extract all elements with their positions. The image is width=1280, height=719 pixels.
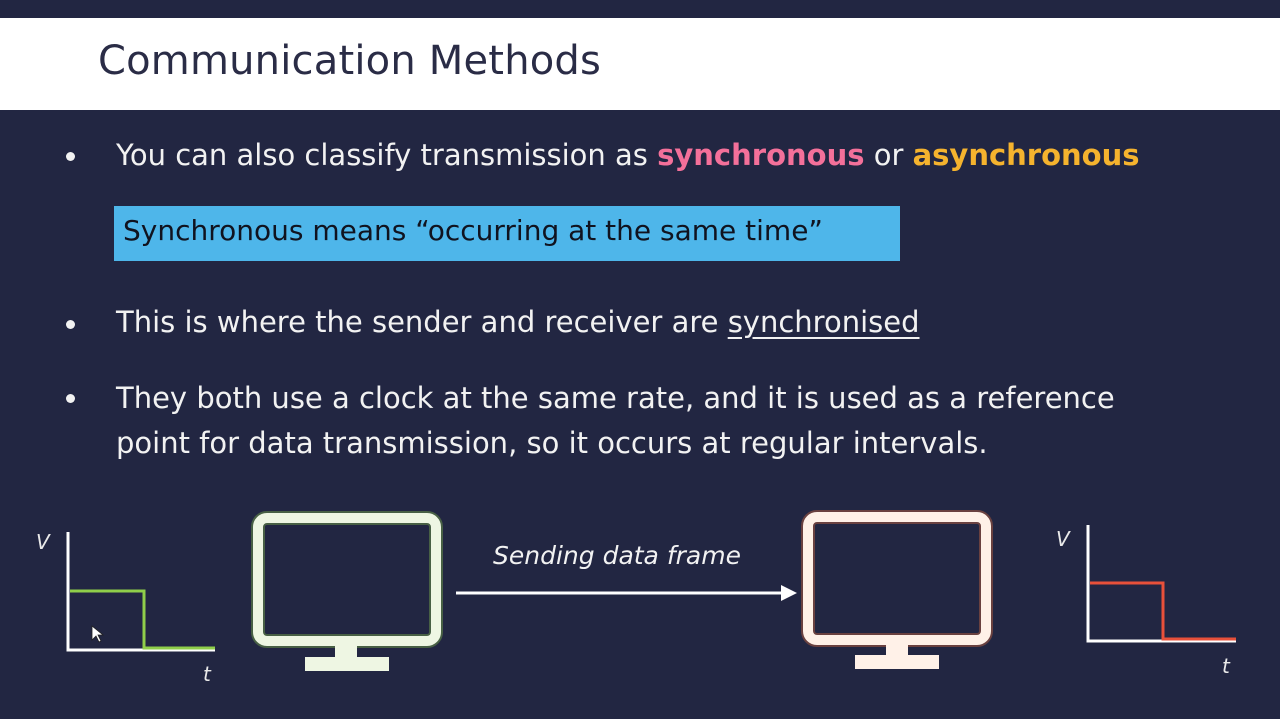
right-graph-t-label: t — [1222, 654, 1230, 678]
slide-title: Communication Methods — [98, 38, 602, 84]
right-graph-v-label: V — [1056, 527, 1070, 551]
bullet-text: This is where the sender and receiver ar… — [116, 305, 728, 339]
bullet-line: point for data transmission, so it occur… — [116, 426, 988, 460]
left-graph-v-label: V — [36, 530, 50, 554]
receiver-signal-graph — [1086, 525, 1236, 643]
sending-data-frame-label: Sending data frame — [493, 541, 741, 570]
bullet-text: You can also classify transmission as — [116, 138, 658, 172]
sender-signal-graph — [66, 532, 215, 652]
mouse-cursor-icon — [91, 625, 105, 643]
definition-text: Synchronous means “occurring at the same… — [123, 214, 823, 247]
bullet-dot — [66, 394, 75, 403]
bullet-classify: You can also classify transmission as sy… — [116, 133, 1140, 178]
transmission-arrow-icon — [456, 585, 797, 601]
synchronised-underlined: synchronised — [727, 305, 920, 339]
definition-box: Synchronous means “occurring at the same… — [114, 206, 900, 261]
bullet-text: or — [864, 138, 913, 172]
bullet-line: They both use a clock at the same rate, … — [116, 381, 1115, 415]
bullet-dot — [66, 152, 75, 161]
bullet-clock: They both use a clock at the same rate, … — [116, 376, 1115, 466]
sender-monitor-icon — [251, 511, 443, 671]
right-signal-line — [1090, 581, 1236, 641]
receiver-monitor-icon — [801, 510, 993, 669]
synchronous-keyword: synchronous — [657, 138, 865, 172]
bullet-synchronised: This is where the sender and receiver ar… — [116, 300, 920, 345]
bullet-dot — [66, 320, 75, 329]
left-graph-t-label: t — [203, 662, 211, 686]
asynchronous-keyword: asynchronous — [912, 138, 1140, 172]
